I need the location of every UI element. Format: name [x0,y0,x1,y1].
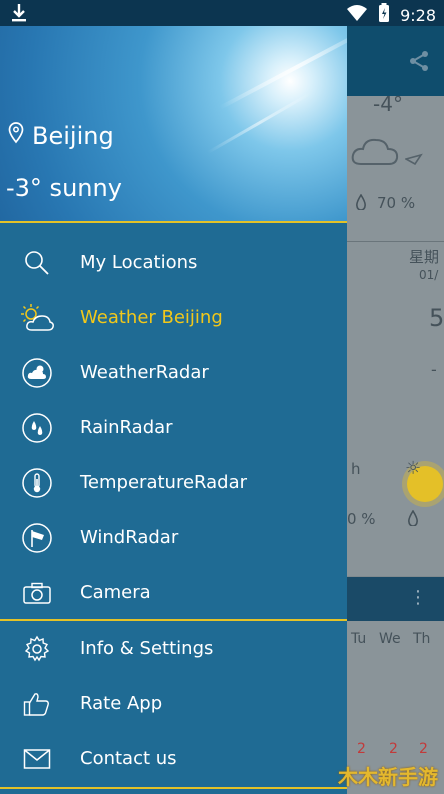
wifi-icon [346,4,368,26]
rain-radar-icon [0,412,80,444]
location-name: Beijing [32,122,114,150]
weather-radar-icon [0,357,80,389]
bg-humidity: 70 % [377,194,416,212]
bg-red-num: 2 [389,741,398,757]
menu-label: My Locations [80,252,198,273]
share-icon[interactable] [408,50,430,76]
primary-menu: My Locations Weather Beijing WeatherRada… [0,235,347,620]
bg-weekday: Th [413,631,431,647]
bg-temp: -4° [373,92,403,116]
bg-weekday: Tu [351,631,367,647]
background-card: -4° 70 % 星期 01/ 5 - h ☼ 0 % [347,92,444,576]
header-divider [0,221,347,223]
menu-item-info-settings[interactable]: Info & Settings [0,621,347,676]
bg-day-label: 星期 [409,248,440,266]
gear-icon [0,635,80,663]
search-icon [0,249,80,277]
menu-label: Camera [80,582,151,603]
background-bar: ⋮ [347,577,444,621]
menu-label: Info & Settings [80,638,214,659]
menu-label: TemperatureRadar [80,472,248,493]
menu-item-temperature-radar[interactable]: TemperatureRadar [0,455,347,510]
sun-cloud-icon [0,303,80,333]
bg-red-num: 2 [357,741,366,757]
thumbs-up-icon [0,691,80,717]
wind-radar-icon [0,522,80,554]
menu-item-weather-radar[interactable]: WeatherRadar [0,345,347,400]
bottom-divider [0,787,347,789]
location-row[interactable]: Beijing [8,122,114,150]
menu-label: WindRadar [80,527,179,548]
menu-label: WeatherRadar [80,362,209,383]
bg-big-num: 5 [429,304,444,332]
menu-label: Contact us [80,748,177,769]
status-bar: 9:28 [0,0,444,26]
menu-item-wind-radar[interactable]: WindRadar [0,510,347,565]
current-weather: -3° sunny [6,174,122,202]
bg-percent: 0 % [347,510,376,528]
thermometer-icon [0,467,80,499]
bg-drop-icon [355,193,367,214]
bg-date: 01/ [419,268,439,282]
status-time: 9:28 [400,5,436,25]
envelope-icon [0,748,80,770]
sun-ray [219,26,347,110]
bg-hour: h [351,460,361,478]
menu-item-my-locations[interactable]: My Locations [0,235,347,290]
menu-item-weather-beijing[interactable]: Weather Beijing [0,290,347,345]
bg-drop2-icon [407,509,419,530]
bg-red-num: 2 [419,741,428,757]
bg-wind-icon [403,150,423,169]
menu-item-rate-app[interactable]: Rate App [0,676,347,731]
bg-sun-small-icon: ☼ [405,458,422,479]
bg-cloud-icon [351,134,401,172]
menu-item-camera[interactable]: Camera [0,565,347,620]
menu-item-contact-us[interactable]: Contact us [0,731,347,786]
menu-item-rain-radar[interactable]: RainRadar [0,400,347,455]
sun-ray [207,91,313,154]
menu-label: Weather Beijing [80,307,223,328]
bg-overflow-icon[interactable]: ⋮ [409,587,427,608]
battery-charging-icon [378,3,390,27]
camera-icon [0,582,80,604]
background-app: -4° 70 % 星期 01/ 5 - h ☼ 0 % ⋮ Tu We Th 2… [347,26,444,794]
bg-weekday: We [379,631,401,647]
menu-label: RainRadar [80,417,173,438]
background-appbar [347,26,444,96]
watermark: 木木新手游 [338,765,438,789]
download-icon [10,3,28,27]
menu-label: Rate App [80,693,163,714]
bg-small-neg: - [431,360,437,379]
secondary-menu: Info & Settings Rate App Contact us [0,621,347,786]
location-pin-icon [8,122,24,150]
drawer-header: Beijing -3° sunny [0,26,347,222]
navigation-drawer: Beijing -3° sunny My Locations Weather B… [0,26,347,794]
